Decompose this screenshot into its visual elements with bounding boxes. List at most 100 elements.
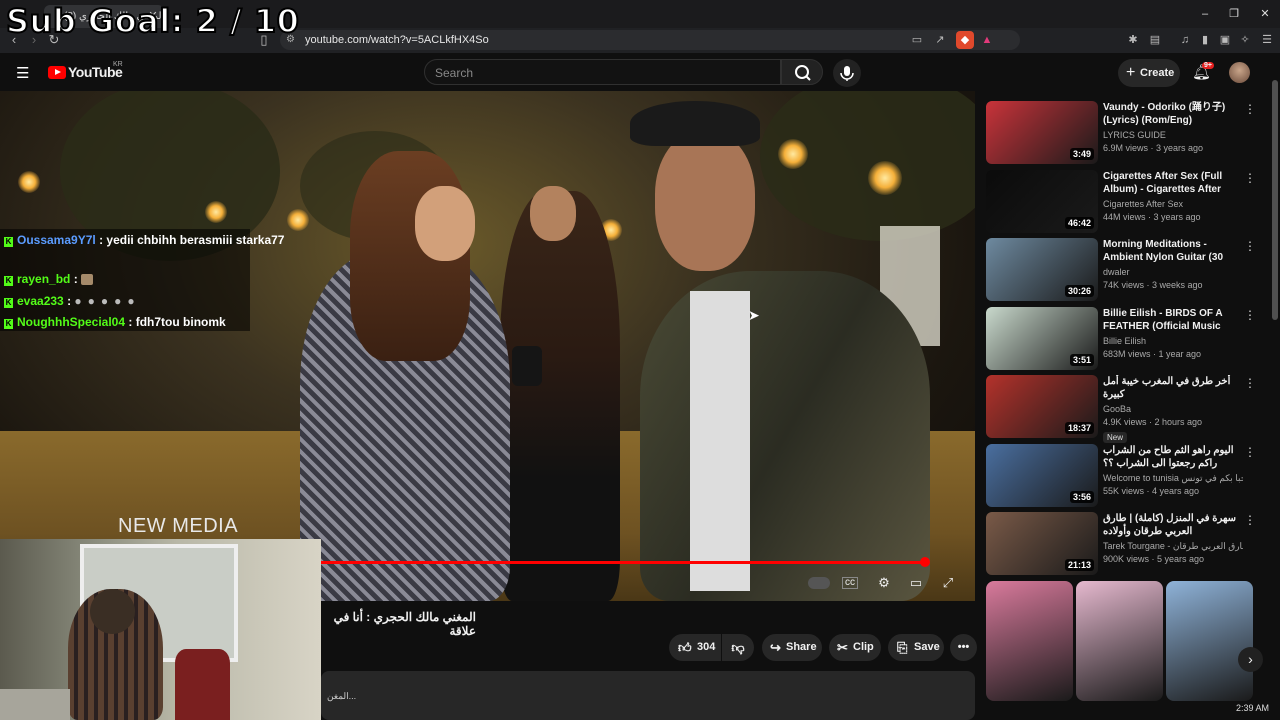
recommendation-meta: 55K views · 4 years ago — [1103, 486, 1200, 496]
create-button[interactable]: + Create — [1118, 59, 1180, 87]
video-duration: 3:56 — [1069, 491, 1094, 503]
brave-shield-icon[interactable]: ◆ — [956, 31, 974, 49]
kick-icon: K — [4, 298, 13, 308]
video-person-man — [640, 271, 930, 601]
more-vertical-icon[interactable]: ⋮ — [1244, 513, 1256, 527]
more-vertical-icon[interactable]: ⋮ — [1244, 376, 1256, 390]
recommendation-title[interactable]: Billie Eilish - BIRDS OF A FEATHER (Offi… — [1103, 307, 1241, 333]
recommendation-channel[interactable]: Cigarettes After Sex — [1103, 199, 1243, 209]
thumbs-up-icon: 👍︎ — [678, 640, 692, 655]
search-icon — [795, 65, 811, 81]
street-lamp — [205, 201, 227, 223]
share-button[interactable]: ↪ Share — [762, 634, 822, 661]
system-clock: 2:39 AM — [1236, 703, 1270, 713]
video-person-face — [655, 131, 755, 271]
dislike-button[interactable]: 👎︎ — [722, 634, 754, 661]
recommendation-meta: 74K views · 3 weeks ago — [1103, 280, 1203, 290]
extensions-icon[interactable]: ✱ — [1124, 31, 1142, 49]
video-player[interactable]: NEW MEDIA ➤ — [0, 91, 975, 601]
logo-region: KR — [113, 61, 123, 68]
like-button[interactable]: 👍︎ 304 — [669, 634, 721, 661]
video-scrubber-handle[interactable] — [920, 557, 930, 567]
clip-label: Clip — [853, 641, 874, 653]
more-horizontal-icon: ••• — [957, 641, 970, 653]
mouse-cursor: ➤ — [748, 307, 760, 323]
rewards-icon[interactable]: ▲ — [978, 31, 996, 49]
recommendation-thumbnail[interactable]: 3:49 — [986, 101, 1098, 164]
theater-mode-icon[interactable]: ▭ — [906, 574, 926, 592]
recommendation-title[interactable]: اليوم راهو الثم طاح من الشراب راكم رجعتو… — [1103, 444, 1241, 470]
music-icon[interactable]: ♫ — [1176, 31, 1194, 49]
captions-icon[interactable]: cc — [842, 577, 858, 589]
recommendation-title[interactable]: Morning Meditations - Ambient Nylon Guit… — [1103, 238, 1241, 264]
recommendation-meta: 4.9K views · 2 hours ago — [1103, 417, 1203, 427]
recommendation-title[interactable]: Cigarettes After Sex (Full Album) - Ciga… — [1103, 170, 1241, 196]
autoplay-toggle[interactable] — [808, 577, 830, 589]
video-progress-bar[interactable] — [321, 561, 925, 564]
more-actions-button[interactable]: ••• — [950, 634, 977, 661]
kick-icon: K — [4, 237, 13, 247]
recommendation-thumbnail[interactable]: 21:13 — [986, 512, 1098, 575]
recommendation-title[interactable]: Vaundy - Odoriko (踊り子) (Lyrics) (Rom/Eng… — [1103, 101, 1241, 127]
close-window-button[interactable]: ✕ — [1250, 4, 1280, 24]
recommendation-thumbnail[interactable]: 18:37 — [986, 375, 1098, 438]
recommendation-title[interactable]: سهرة في المنزل (كاملة) | طارق العربي طرق… — [1103, 512, 1241, 538]
recommendation-thumbnail[interactable]: 46:42 — [986, 170, 1098, 233]
search-button[interactable] — [781, 59, 823, 85]
recommendation-title[interactable]: أخر طرق في المغرب خيبة أمل كبيرة — [1103, 375, 1241, 401]
hamburger-menu-icon[interactable]: ☰ — [16, 64, 29, 82]
recommendation-thumbnail[interactable]: 3:56 — [986, 444, 1098, 507]
shorts-thumbnail[interactable] — [986, 581, 1073, 701]
recommendation-channel[interactable]: Welcome to tunisia مرحبا بكم في تونس — [1103, 473, 1243, 484]
video-microphone — [512, 346, 542, 386]
more-vertical-icon[interactable]: ⋮ — [1244, 308, 1256, 322]
shorts-thumbnail[interactable] — [1166, 581, 1253, 701]
recommendation-meta: 900K views · 5 years ago — [1103, 554, 1205, 564]
scissors-icon: ✂ — [837, 640, 848, 655]
avatar[interactable] — [1229, 62, 1250, 83]
recommendation-channel[interactable]: GooBa — [1103, 404, 1243, 414]
search-input[interactable]: Search — [424, 59, 781, 85]
restore-window-button[interactable]: ❐ — [1219, 4, 1249, 24]
menu-icon[interactable]: ☰ — [1258, 31, 1276, 49]
recommendation-channel[interactable]: Billie Eilish — [1103, 336, 1243, 346]
recommendation-channel[interactable]: Tarek Tourgane - طارق العربي طرقان — [1103, 541, 1243, 552]
webcam-head — [90, 589, 135, 634]
more-vertical-icon[interactable]: ⋮ — [1244, 239, 1256, 253]
minimize-window-button[interactable]: – — [1190, 4, 1220, 24]
fullscreen-icon[interactable]: ⤢ — [938, 574, 958, 592]
settings-gear-icon[interactable]: ⚙ — [874, 574, 894, 592]
recommendation-meta: 44M views · 3 years ago — [1103, 212, 1201, 222]
emote-icon: ●●●●● — [74, 294, 141, 308]
more-vertical-icon[interactable]: ⋮ — [1244, 445, 1256, 459]
like-count: 304 — [697, 641, 716, 653]
more-vertical-icon[interactable]: ⋮ — [1244, 102, 1256, 116]
kick-icon: K — [4, 276, 13, 286]
scrollbar[interactable] — [1272, 80, 1278, 320]
recommendation-thumbnail[interactable]: 30:26 — [986, 238, 1098, 301]
ai-icon[interactable]: ✧ — [1236, 31, 1254, 49]
more-vertical-icon[interactable]: ⋮ — [1244, 171, 1256, 185]
shorts-thumbnail[interactable] — [1076, 581, 1163, 701]
recommendation-thumbnail[interactable]: 3:51 — [986, 307, 1098, 370]
sidebar-icon[interactable]: ▮ — [1196, 31, 1214, 49]
recommendation-channel[interactable]: LYRICS GUIDE — [1103, 130, 1243, 140]
youtube-logo-icon[interactable] — [48, 66, 66, 79]
shorts-next-arrow-icon[interactable]: › — [1238, 647, 1263, 672]
sub-goal-overlay: Sub Goal: 2 / 10 — [5, 1, 300, 41]
description-box[interactable] — [321, 671, 975, 720]
new-badge: New — [1103, 432, 1128, 443]
recommendation-channel[interactable]: dwaler — [1103, 267, 1243, 277]
create-label: Create — [1140, 67, 1175, 79]
voice-search-button[interactable] — [833, 59, 861, 87]
wallet-icon[interactable]: ▣ — [1216, 31, 1234, 49]
street-lamp — [778, 139, 808, 169]
thumbs-down-icon: 👎︎ — [731, 640, 745, 655]
reading-list-icon[interactable]: ▤ — [1146, 31, 1164, 49]
share-page-icon[interactable]: ↗ — [931, 31, 949, 49]
cast-icon[interactable]: ▭ — [908, 31, 926, 49]
save-button[interactable]: ⎘ Save — [888, 634, 944, 661]
description-snippet: المغن... — [327, 691, 357, 701]
chat-message: Kevaa233 : ●●●●● — [4, 294, 141, 308]
clip-button[interactable]: ✂ Clip — [829, 634, 881, 661]
